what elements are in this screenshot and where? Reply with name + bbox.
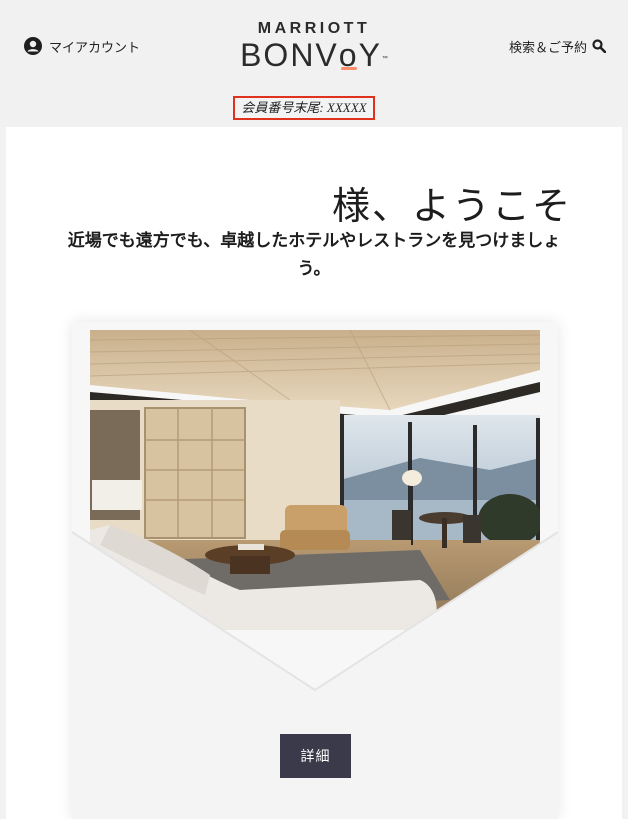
marriott-bonvoy-logo[interactable]: MARRIOTT BONVoY™ bbox=[230, 20, 398, 72]
user-icon bbox=[24, 37, 42, 55]
search-reserve-label: 検索＆ご予約 bbox=[508, 40, 587, 56]
header: マイアカウント MARRIOTT BONVoY™ 検索＆ご予約 会員番号末尾: … bbox=[0, 0, 628, 127]
search-reserve-link[interactable]: 検索＆ご予約 bbox=[509, 36, 606, 56]
welcome-card: 様、ようこそ 近場でも遠方でも、卓越したホテルやレストランを見つけましょう。 詳… bbox=[6, 127, 622, 819]
member-number-badge: 会員番号末尾: XXXXX bbox=[233, 96, 375, 120]
welcome-subtitle: 近場でも遠方でも、卓越したホテルやレストランを見つけましょう。 bbox=[67, 231, 561, 279]
my-account-label: マイアカウント bbox=[49, 40, 141, 56]
envelope-graphic: 詳細 bbox=[72, 322, 558, 819]
my-account-link[interactable]: マイアカウント bbox=[24, 36, 140, 56]
search-icon bbox=[592, 39, 606, 53]
logo-bonvoy-text: BONVoY™ bbox=[240, 37, 388, 73]
details-button[interactable]: 詳細 bbox=[280, 734, 351, 778]
welcome-heading: 様、ようこそ bbox=[331, 184, 572, 228]
logo-marriott-text: MARRIOTT bbox=[257, 20, 371, 37]
